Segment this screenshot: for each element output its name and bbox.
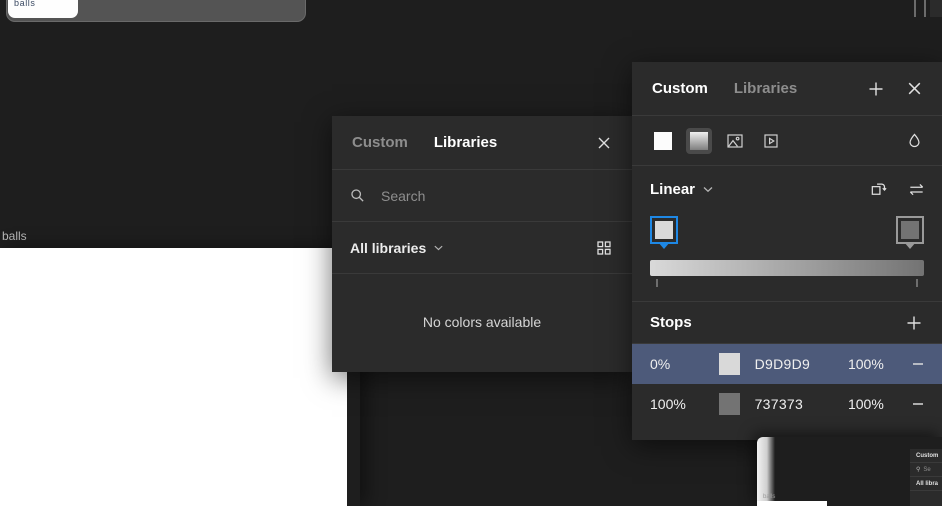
swap-icon[interactable] (902, 175, 930, 203)
library-search-row[interactable] (332, 170, 632, 222)
library-filter-label: All libraries (350, 239, 427, 256)
tab-custom[interactable]: Custom (352, 134, 408, 151)
fill-type-solid-color[interactable] (650, 128, 676, 154)
grid-view-icon[interactable] (590, 234, 618, 262)
stop-color-swatch[interactable] (718, 393, 740, 415)
fill-type-video[interactable] (758, 128, 784, 154)
nested-search-placeholder: Se (923, 466, 931, 473)
minus-icon[interactable] (907, 353, 928, 375)
stop-opacity[interactable]: 100% (848, 356, 907, 372)
close-icon[interactable] (900, 75, 928, 103)
gradient-stop-handles (650, 216, 924, 260)
gradient-type-label[interactable]: Linear (650, 181, 695, 198)
rotate-icon[interactable] (864, 175, 892, 203)
solid-color-swatch-icon (654, 131, 672, 150)
browser-tab-label: balls (14, 0, 36, 8)
stop-position[interactable]: 100% (650, 396, 719, 412)
stop-handle-start[interactable] (650, 216, 678, 249)
fill-type-gradient[interactable] (686, 127, 712, 154)
screen: balls balls Custom Libraries Search All … (0, 0, 942, 506)
nested-document-label: balls (763, 494, 776, 500)
search-input[interactable] (381, 187, 614, 204)
stop-hex-value[interactable]: 737373 (755, 396, 848, 412)
tab-libraries[interactable]: Libraries (734, 80, 797, 97)
search-icon: ⚲ (916, 467, 921, 473)
nested-panel: Custom ⚲ Se All libra (910, 449, 942, 506)
stops-title: Stops (650, 314, 692, 331)
plus-icon[interactable] (900, 309, 928, 337)
browser-tab[interactable]: balls (8, 0, 78, 18)
nested-filter-row[interactable]: All libra (910, 477, 942, 491)
nested-search-row[interactable]: ⚲ Se (910, 463, 942, 477)
nested-canvas (757, 501, 827, 506)
nested-preview-window[interactable]: balls Custom ⚲ Se All libra (757, 437, 942, 506)
gradient-type-row: Linear (632, 166, 942, 212)
gradient-tick-start (656, 279, 658, 287)
window-edge-panel (930, 0, 942, 17)
library-filter-row[interactable]: All libraries (332, 222, 632, 274)
stop-handle-pointer (658, 242, 670, 249)
custom-fill-panel: Custom Libraries Linear Stops 0% D9D9D9 … (632, 62, 942, 440)
gradient-preview-bar[interactable] (650, 260, 924, 276)
gradient-bar-ticks (650, 279, 924, 287)
gradient-tick-end (916, 279, 918, 287)
stop-position[interactable]: 0% (650, 356, 719, 372)
stop-opacity[interactable]: 100% (848, 396, 907, 412)
chevron-down-icon[interactable] (433, 242, 444, 253)
custom-panel-header: Custom Libraries (632, 62, 942, 116)
video-icon (764, 133, 778, 148)
droplet-icon[interactable] (900, 127, 928, 155)
plus-icon[interactable] (862, 75, 890, 103)
libraries-panel-header: Custom Libraries (332, 116, 632, 170)
stop-row[interactable]: 100% 737373 100% (632, 384, 942, 424)
canvas-artboard[interactable] (0, 248, 347, 506)
nested-tab-custom[interactable]: Custom (910, 449, 942, 463)
stop-row[interactable]: 0% D9D9D9 100% (632, 344, 942, 384)
stop-handle-pointer (904, 242, 916, 249)
fill-type-toolbar (632, 116, 942, 166)
image-icon (727, 133, 743, 148)
close-icon[interactable] (590, 129, 618, 157)
nested-filter-label: All libra (916, 480, 939, 487)
stop-handle-end[interactable] (896, 216, 924, 249)
gradient-swatch-icon (690, 131, 708, 150)
minus-icon[interactable] (907, 393, 928, 415)
window-edge-rule-1 (914, 0, 916, 17)
search-icon (350, 188, 365, 203)
tab-custom[interactable]: Custom (652, 80, 708, 97)
stops-header: Stops (632, 302, 942, 344)
stop-hex-value[interactable]: D9D9D9 (755, 356, 848, 372)
fill-type-image[interactable] (722, 128, 748, 154)
stop-color-swatch[interactable] (718, 353, 740, 375)
tab-libraries[interactable]: Libraries (434, 134, 497, 151)
empty-state-message: No colors available (422, 314, 542, 330)
document-label: balls (2, 229, 27, 243)
chevron-down-icon[interactable] (702, 183, 714, 195)
window-edge-rule-2 (924, 0, 926, 17)
libraries-panel: Custom Libraries All libraries (332, 116, 632, 372)
